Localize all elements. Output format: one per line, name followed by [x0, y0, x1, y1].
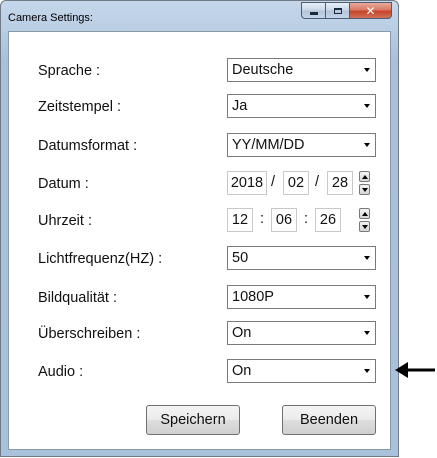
- zeitstempel-value: Ja: [232, 98, 248, 114]
- dropdown-arrow-icon: [364, 295, 370, 299]
- maximize-button[interactable]: [325, 2, 349, 19]
- audio-value: On: [232, 363, 252, 379]
- arrow-down-icon: [362, 225, 368, 229]
- ueberschreiben-value: On: [232, 325, 252, 341]
- datum-label: Datum :: [38, 176, 89, 192]
- datum-separator: /: [271, 174, 276, 190]
- row-datumsformat: Datumsformat : YY/MM/DD: [9, 133, 390, 159]
- datumsformat-select[interactable]: YY/MM/DD: [227, 133, 376, 157]
- lichtfrequenz-label: Lichtfrequenz(HZ) :: [38, 251, 163, 267]
- ueberschreiben-select[interactable]: On: [227, 321, 376, 345]
- sprache-value: Deutsche: [232, 62, 294, 78]
- dropdown-arrow-icon: [364, 331, 370, 335]
- sprache-label: Sprache :: [38, 63, 101, 79]
- minimize-icon: [309, 12, 318, 15]
- zeitstempel-label: Zeitstempel :: [38, 99, 121, 115]
- dropdown-arrow-icon: [364, 68, 370, 72]
- dropdown-arrow-icon: [364, 369, 370, 373]
- uhrzeit-second-field[interactable]: 26: [315, 208, 341, 232]
- row-datum: Datum : 2018 / 02 / 28: [9, 171, 390, 197]
- dropdown-arrow-icon: [364, 256, 370, 260]
- arrow-down-icon: [362, 188, 368, 192]
- row-zeitstempel: Zeitstempel : Ja: [9, 94, 390, 120]
- caption-buttons: ✕: [301, 2, 392, 19]
- uhrzeit-decrement-button[interactable]: [359, 221, 370, 232]
- datum-separator: /: [315, 174, 320, 190]
- window-title: Camera Settings:: [8, 12, 93, 24]
- close-icon: ✕: [365, 3, 376, 18]
- datum-decrement-button[interactable]: [359, 184, 370, 195]
- close-button[interactable]: ✕: [349, 2, 392, 19]
- title-bar[interactable]: Camera Settings: ✕: [1, 1, 398, 31]
- row-audio: Audio : On: [9, 359, 390, 385]
- camera-settings-window: Camera Settings: ✕ Sprache : Deutsche Ze…: [0, 0, 399, 457]
- row-bildqualitaet: Bildqualität : 1080P: [9, 285, 390, 311]
- save-button[interactable]: Speichern: [146, 405, 240, 435]
- audio-select[interactable]: On: [227, 359, 376, 383]
- row-sprache: Sprache : Deutsche: [9, 58, 390, 84]
- row-ueberschreiben: Überschreiben : On: [9, 321, 390, 347]
- uhrzeit-separator: :: [304, 211, 309, 227]
- uhrzeit-label: Uhrzeit :: [38, 213, 92, 229]
- ueberschreiben-label: Überschreiben :: [38, 326, 141, 342]
- lichtfrequenz-value: 50: [232, 250, 249, 266]
- minimize-button[interactable]: [301, 2, 325, 19]
- bildqualitaet-select[interactable]: 1080P: [227, 285, 376, 309]
- arrow-up-icon: [362, 212, 368, 216]
- datumsformat-label: Datumsformat :: [38, 138, 138, 154]
- row-lichtfrequenz: Lichtfrequenz(HZ) : 50: [9, 246, 390, 272]
- bildqualitaet-label: Bildqualität :: [38, 290, 117, 306]
- settings-panel: Sprache : Deutsche Zeitstempel : Ja Datu…: [8, 31, 391, 450]
- audio-label: Audio :: [38, 364, 84, 380]
- dropdown-arrow-icon: [364, 104, 370, 108]
- dropdown-arrow-icon: [364, 143, 370, 147]
- datum-year-field[interactable]: 2018: [227, 171, 267, 195]
- uhrzeit-minute-field[interactable]: 06: [271, 208, 297, 232]
- pointer-arrow-icon: [395, 362, 435, 378]
- datum-increment-button[interactable]: [359, 171, 370, 182]
- exit-button[interactable]: Beenden: [282, 405, 376, 435]
- uhrzeit-separator: :: [260, 211, 265, 227]
- uhrzeit-spinner: [359, 208, 370, 232]
- datumsformat-value: YY/MM/DD: [232, 137, 305, 153]
- lichtfrequenz-select[interactable]: 50: [227, 246, 376, 270]
- datum-spinner: [359, 171, 370, 195]
- sprache-select[interactable]: Deutsche: [227, 58, 376, 82]
- uhrzeit-hour-field[interactable]: 12: [227, 208, 253, 232]
- datum-month-field[interactable]: 02: [283, 171, 309, 195]
- zeitstempel-select[interactable]: Ja: [227, 94, 376, 118]
- maximize-icon: [333, 7, 342, 14]
- row-uhrzeit: Uhrzeit : 12 : 06 : 26: [9, 208, 390, 234]
- datum-day-field[interactable]: 28: [327, 171, 353, 195]
- arrow-up-icon: [362, 175, 368, 179]
- bildqualitaet-value: 1080P: [232, 289, 274, 305]
- uhrzeit-increment-button[interactable]: [359, 208, 370, 219]
